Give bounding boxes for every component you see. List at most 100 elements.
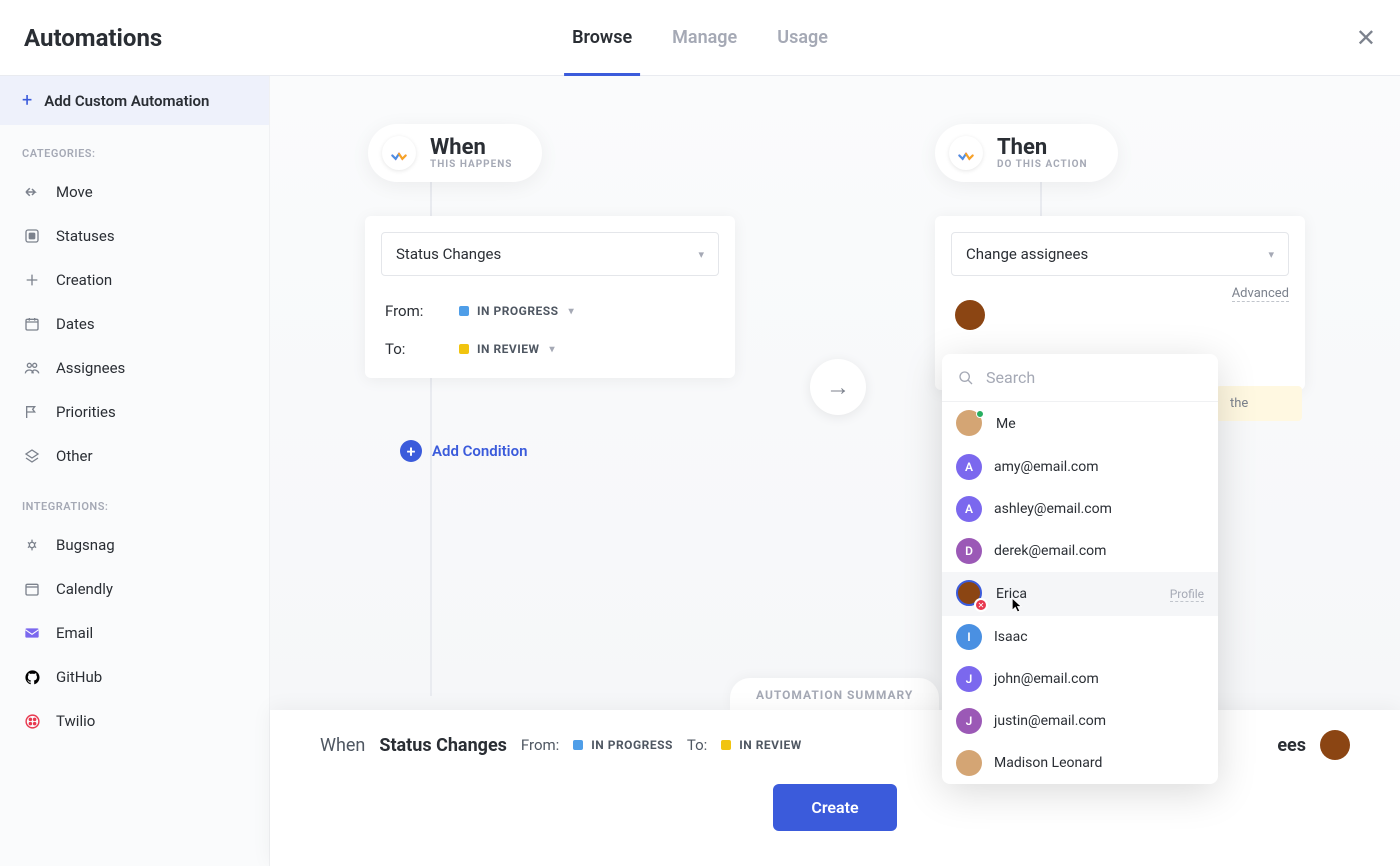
close-icon[interactable]: ✕ [1356, 24, 1376, 52]
status-color-swatch [459, 306, 469, 316]
dropdown-item-madison[interactable]: Madison Leonard [942, 742, 1218, 784]
dropdown-item-label: Erica [996, 586, 1027, 602]
summary-to-chip: IN REVIEW [721, 738, 802, 752]
dropdown-item-erica[interactable]: ✕ Erica Profile [942, 572, 1218, 616]
sidebar-item-github[interactable]: GitHub [0, 655, 269, 699]
note-box: the [1216, 386, 1302, 421]
create-button[interactable]: Create [773, 784, 896, 831]
to-status-chip[interactable]: IN REVIEW ▾ [459, 342, 555, 356]
search-input[interactable] [986, 368, 1202, 387]
tab-manage[interactable]: Manage [672, 0, 737, 75]
dropdown-item-isaac[interactable]: I Isaac [942, 616, 1218, 658]
plus-circle-icon: + [400, 440, 422, 462]
integrations-heading: INTEGRATIONS: [0, 478, 269, 523]
add-custom-automation-button[interactable]: + Add Custom Automation [0, 76, 269, 125]
sidebar-item-label: Priorities [56, 403, 116, 421]
trigger-value: Status Changes [396, 245, 501, 263]
clickup-logo-icon [949, 136, 983, 170]
selected-assignee-avatar[interactable] [955, 300, 985, 330]
online-dot-icon [976, 410, 984, 418]
then-subtitle: DO THIS ACTION [997, 159, 1088, 170]
summary-tab: AUTOMATION SUMMARY [730, 678, 939, 712]
sidebar-item-move[interactable]: Move [0, 170, 269, 214]
dropdown-item-john[interactable]: J john@email.com [942, 658, 1218, 700]
sidebar: + Add Custom Automation CATEGORIES: Move… [0, 76, 270, 866]
sidebar-item-label: Twilio [56, 712, 95, 730]
tabs: Browse Manage Usage [572, 0, 828, 75]
tab-browse[interactable]: Browse [572, 0, 632, 75]
sidebar-item-dates[interactable]: Dates [0, 302, 269, 346]
profile-link[interactable]: Profile [1170, 587, 1204, 602]
creation-icon [22, 270, 42, 290]
add-custom-label: Add Custom Automation [44, 92, 209, 110]
chevron-down-icon: ▾ [550, 344, 556, 355]
clickup-logo-icon [382, 136, 416, 170]
assignees-icon [22, 358, 42, 378]
sidebar-item-calendly[interactable]: Calendly [0, 567, 269, 611]
dropdown-item-ashley[interactable]: A ashley@email.com [942, 488, 1218, 530]
when-title: When [430, 137, 512, 159]
avatar: A [956, 454, 982, 480]
summary-then-action: ees [1277, 735, 1306, 756]
sidebar-item-creation[interactable]: Creation [0, 258, 269, 302]
summary-from-status: IN PROGRESS [591, 738, 673, 752]
tab-usage[interactable]: Usage [777, 0, 828, 75]
sidebar-item-label: Bugsnag [56, 536, 115, 554]
dropdown-item-label: amy@email.com [994, 459, 1099, 475]
action-select[interactable]: Change assignees ▾ [951, 232, 1289, 276]
summary-from-chip: IN PROGRESS [573, 738, 673, 752]
then-pill: Then DO THIS ACTION [935, 124, 1118, 182]
main-canvas: When THIS HAPPENS Then DO THIS ACTION → … [270, 76, 1400, 866]
sidebar-item-other[interactable]: Other [0, 434, 269, 478]
sidebar-item-label: Statuses [56, 227, 115, 245]
from-status-chip[interactable]: IN PROGRESS ▾ [459, 304, 574, 318]
sidebar-item-bugsnag[interactable]: Bugsnag [0, 523, 269, 567]
sidebar-item-priorities[interactable]: Priorities [0, 390, 269, 434]
status-color-swatch [573, 740, 583, 750]
dropdown-item-label: ashley@email.com [994, 501, 1112, 517]
dropdown-item-justin[interactable]: J justin@email.com [942, 700, 1218, 742]
add-condition-button[interactable]: + Add Condition [380, 422, 547, 480]
dropdown-item-label: Madison Leonard [994, 755, 1102, 771]
email-icon [22, 623, 42, 643]
move-icon [22, 182, 42, 202]
trigger-select[interactable]: Status Changes ▾ [381, 232, 719, 276]
status-color-swatch [721, 740, 731, 750]
sidebar-item-twilio[interactable]: Twilio [0, 699, 269, 743]
avatar: I [956, 624, 982, 650]
sidebar-item-label: Assignees [56, 359, 125, 377]
to-label: To: [385, 340, 435, 358]
search-icon [958, 370, 974, 386]
then-title: Then [997, 137, 1088, 159]
from-row: From: IN PROGRESS ▾ [365, 292, 735, 330]
dropdown-item-derek[interactable]: D derek@email.com [942, 530, 1218, 572]
flag-icon [22, 402, 42, 422]
sidebar-item-statuses[interactable]: Statuses [0, 214, 269, 258]
footer: When Status Changes From: IN PROGRESS To… [270, 710, 1400, 866]
chevron-down-icon: ▾ [569, 306, 575, 317]
page-title: Automations [24, 24, 162, 52]
dropdown-item-label: justin@email.com [994, 713, 1106, 729]
dropdown-item-label: derek@email.com [994, 543, 1106, 559]
sidebar-item-email[interactable]: Email [0, 611, 269, 655]
status-icon [22, 226, 42, 246]
dropdown-item-me[interactable]: Me [942, 402, 1218, 446]
sidebar-item-label: Calendly [56, 580, 113, 598]
from-status-label: IN PROGRESS [477, 304, 559, 318]
calendar-icon [22, 314, 42, 334]
sidebar-item-label: GitHub [56, 668, 102, 686]
from-label: From: [385, 302, 435, 320]
avatar [956, 750, 982, 776]
remove-badge-icon: ✕ [974, 598, 988, 612]
dropdown-item-label: Me [996, 416, 1016, 432]
assignee-dropdown: Me A amy@email.com A ashley@email.com D … [942, 354, 1218, 784]
dropdown-item-amy[interactable]: A amy@email.com [942, 446, 1218, 488]
chevron-down-icon: ▾ [1268, 248, 1274, 261]
dropdown-item-label: john@email.com [994, 671, 1099, 687]
to-row: To: IN REVIEW ▾ [365, 330, 735, 378]
sidebar-item-assignees[interactable]: Assignees [0, 346, 269, 390]
advanced-link[interactable]: Advanced [1232, 286, 1289, 302]
summary-when-prefix: When [320, 735, 365, 756]
avatar: J [956, 666, 982, 692]
avatar: D [956, 538, 982, 564]
